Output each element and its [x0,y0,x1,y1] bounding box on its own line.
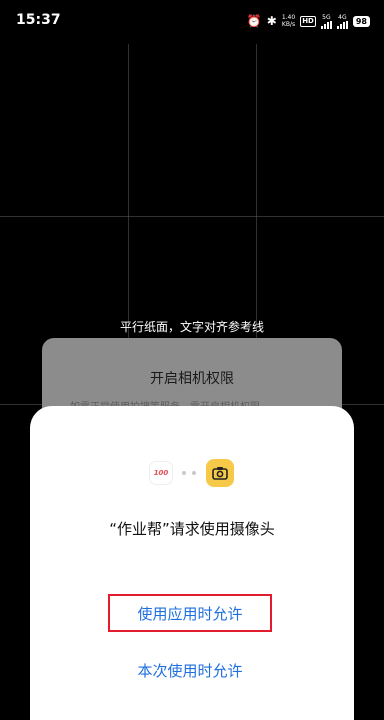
network-speed: 1.40 KB/s [281,14,296,28]
permission-bottom-sheet: 100 “作业帮”请求使用摄像头 使用应用时允许 本次使用时允许 [30,406,354,720]
bluetooth-icon: ✱ [266,14,277,28]
sim1-signal-icon: 5G [320,14,332,29]
grid-line-horizontal [0,216,384,217]
status-bar: 15:37 ⏰ ✱ 1.40 KB/s HD 5G 4G 98 [0,0,384,44]
allow-once-button[interactable]: 本次使用时允许 [108,654,272,686]
connector-dots [182,471,196,475]
alignment-hint: 平行纸面，文字对齐参考线 [119,320,264,334]
status-time: 15:37 [16,12,61,28]
sim2-signal-icon: 4G [336,14,348,29]
permission-request-text: “作业帮”请求使用摄像头 [109,520,275,538]
allow-while-using-button[interactable]: 使用应用时允许 [108,594,272,632]
camera-icon [206,459,234,487]
status-icons: ⏰ ✱ 1.40 KB/s HD 5G 4G 98 [247,11,370,31]
battery-icon: 98 [352,15,370,27]
zuoyebang-app-icon: 100 [150,462,172,484]
alarm-icon: ⏰ [246,14,262,28]
hd-badge: HD [300,15,316,27]
app-icons-row: 100 [30,458,354,488]
permission-card-title: 开启相机权限 [150,371,234,387]
